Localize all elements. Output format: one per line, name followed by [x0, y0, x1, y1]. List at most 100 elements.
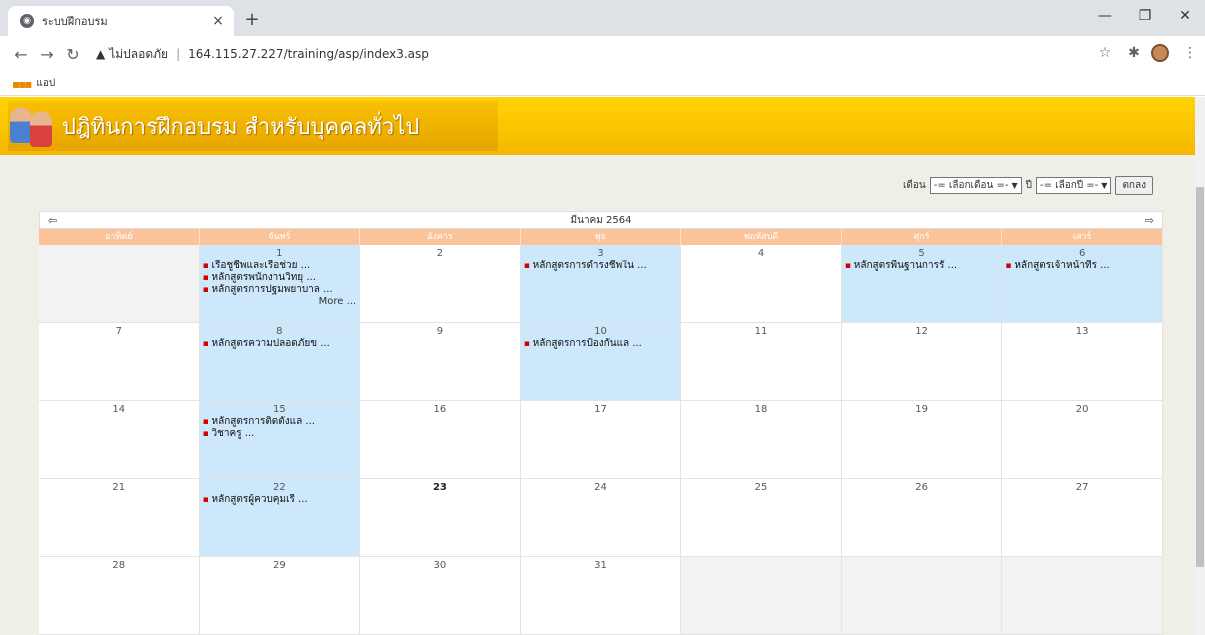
avatar[interactable] [1151, 44, 1169, 62]
day-number [842, 560, 1002, 572]
year-label: ปี [1025, 180, 1032, 191]
calendar-day-cell[interactable]: 12 [841, 323, 1003, 401]
calendar-day-cell[interactable]: 8 ▪ หลักสูตรความปลอดภัยข ... [199, 323, 361, 401]
calendar-day-cell[interactable]: 16 [360, 401, 521, 479]
calendar-day-cell[interactable]: 4 [681, 245, 842, 323]
calendar-day-cell[interactable]: 24 [520, 479, 682, 557]
event-link[interactable]: ▪ หลักสูตรความปลอดภัยข ... [200, 338, 360, 350]
menu-icon[interactable]: ⋮ [1180, 45, 1200, 61]
calendar-day-cell[interactable]: 6 ▪ หลักสูตรเจ้าหน้าที่ร ... [1002, 245, 1163, 323]
calendar-day-cell[interactable]: 2 [360, 245, 521, 323]
event-title: หลักสูตรการดำรงชีพใน ... [532, 260, 647, 271]
tab-close-icon[interactable]: × [210, 13, 226, 29]
calendar-day-cell[interactable]: 29 [199, 557, 361, 635]
calendar-day-cell[interactable]: 9 [360, 323, 521, 401]
day-number: 30 [433, 560, 447, 571]
calendar-day-cell[interactable]: 7 [39, 323, 200, 401]
calendar-day-cell[interactable]: 22 ▪ หลักสูตรผู้ควบคุมเรื ... [199, 479, 361, 557]
chevron-down-icon: ▼ [1101, 181, 1108, 190]
year-select[interactable]: -= เลือกปี =- ▼ [1035, 177, 1112, 194]
calendar-day-cell[interactable]: 27 [1002, 479, 1163, 557]
next-month-icon[interactable]: ⇨ [1145, 214, 1154, 227]
month-select[interactable]: -= เลือกเดือน =- ▼ [929, 177, 1022, 194]
calendar-day-cell[interactable]: 11 [681, 323, 842, 401]
warning-icon[interactable]: ▲ [96, 47, 105, 61]
day-number: 19 [915, 404, 928, 415]
minimize-icon[interactable]: — [1090, 8, 1120, 24]
extensions-icon[interactable]: ✱ [1124, 45, 1144, 61]
day-number [1002, 560, 1162, 572]
day-number: 15 [272, 404, 286, 415]
calendar-day-cell[interactable]: 21 [39, 479, 200, 557]
calendar-title: มีนาคม 2564 [570, 214, 632, 226]
event-link[interactable]: ▪ หลักสูตรการป้องกันแล ... [521, 338, 681, 350]
insecure-label[interactable]: ไม่ปลอดภัย [109, 45, 168, 64]
address-bar[interactable]: ▲ ไม่ปลอดภัย | 164.115.27.227/training/a… [96, 41, 1086, 67]
calendar-day-cell[interactable]: 5 ▪ หลักสูตรพื้นฐานการรั ... [841, 245, 1003, 323]
calendar-week: 7 8 ▪ หลักสูตรความปลอดภัยข ... 9 10 ▪ หลักสูต… [39, 323, 1163, 401]
scroll-thumb[interactable] [1196, 187, 1204, 567]
bullet-icon: ▪ [523, 261, 533, 271]
calendar-day-cell[interactable]: 31 [520, 557, 682, 635]
bullet-icon: ▪ [202, 429, 212, 439]
event-link[interactable]: ▪ เรือชูชีพและเรือช่วย ... [200, 260, 360, 272]
event-title: หลักสูตรเจ้าหน้าที่ร ... [1014, 260, 1110, 271]
day-number: 11 [754, 326, 768, 337]
day-of-week-header: เสาร์ [1002, 229, 1163, 245]
browser-tab[interactable]: ◉ ระบบฝึกอบรม × [8, 6, 234, 36]
prev-month-icon[interactable]: ⇦ [48, 214, 57, 227]
apps-label[interactable]: แอป [36, 76, 55, 91]
calendar-day-cell[interactable]: 10 ▪ หลักสูตรการป้องกันแล ... [520, 323, 682, 401]
event-link[interactable]: ▪ หลักสูตรการดำรงชีพใน ... [521, 260, 681, 272]
url-text[interactable]: 164.115.27.227/training/asp/index3.asp [188, 47, 429, 61]
forward-icon[interactable]: → [34, 45, 60, 64]
more-link[interactable]: More ... [200, 296, 360, 308]
calendar-day-cell[interactable]: 30 [360, 557, 521, 635]
new-tab-button[interactable]: + [240, 9, 264, 30]
people-icon [8, 103, 56, 149]
calendar-day-cell[interactable]: 15 ▪ หลักสูตรการติดตั้งแล ... ▪ วิชาครู ..… [199, 401, 361, 479]
calendar-day-cell[interactable]: 19 [841, 401, 1003, 479]
submit-button[interactable]: ตกลง [1115, 176, 1153, 195]
calendar-header: ⇦ มีนาคม 2564 ⇨ [39, 211, 1163, 229]
calendar-day-cell[interactable]: 18 [681, 401, 842, 479]
event-link[interactable]: ▪ วิชาครู ... [200, 428, 360, 440]
date-filter: เดือน -= เลือกเดือน =- ▼ ปี -= เลือกปี =… [903, 176, 1153, 195]
calendar-day-cell[interactable]: 1 ▪ เรือชูชีพและเรือช่วย ... ▪ หลักสูตรพนั… [199, 245, 361, 323]
calendar-day-cell[interactable]: 25 [681, 479, 842, 557]
close-window-icon[interactable]: ✕ [1170, 8, 1200, 24]
event-link[interactable]: ▪ หลักสูตรการปฐมพยาบาล ... [200, 284, 360, 296]
calendar-day-cell[interactable]: 20 [1002, 401, 1163, 479]
event-link[interactable]: ▪ หลักสูตรพนักงานวิทยุ ... [200, 272, 360, 284]
event-link[interactable]: ▪ หลักสูตรการติดตั้งแล ... [200, 416, 360, 428]
bullet-icon: ▪ [202, 495, 212, 505]
star-icon[interactable]: ☆ [1095, 45, 1115, 61]
event-title: หลักสูตรความปลอดภัยข ... [211, 338, 330, 349]
calendar-day-cell[interactable]: 23 [360, 479, 521, 557]
calendar-day-cell[interactable]: 28 [39, 557, 200, 635]
restore-icon[interactable]: ❐ [1130, 8, 1160, 24]
calendar-day-cell[interactable]: 13 [1002, 323, 1163, 401]
reload-icon[interactable]: ↻ [60, 45, 86, 64]
event-link[interactable]: ▪ หลักสูตรพื้นฐานการรั ... [842, 260, 1002, 272]
day-number: 8 [276, 326, 283, 337]
calendar-day-cell[interactable]: 3 ▪ หลักสูตรการดำรงชีพใน ... [520, 245, 682, 323]
scrollbar[interactable] [1195, 97, 1205, 635]
day-of-week-header: ศุกร์ [842, 229, 1003, 245]
bookmarks-bar: ▪▪▪ แอป [0, 72, 1205, 96]
day-number: 25 [754, 482, 768, 493]
day-of-week-row: อาทิตย์ จันทร์ อังคาร พุธ พฤหัสบดี ศุกร์ เสาร์ [39, 229, 1163, 245]
calendar-day-cell[interactable]: 17 [520, 401, 682, 479]
calendar-day-cell [681, 557, 842, 635]
event-link[interactable]: ▪ หลักสูตรผู้ควบคุมเรื ... [200, 494, 360, 506]
calendar-week: 14 15 ▪ หลักสูตรการติดตั้งแล ... ▪ วิชาครู … [39, 401, 1163, 479]
calendar-day-cell[interactable]: 26 [841, 479, 1003, 557]
calendar-day-cell[interactable]: 14 [39, 401, 200, 479]
event-link[interactable]: ▪ หลักสูตรเจ้าหน้าที่ร ... [1002, 260, 1162, 272]
day-number: 29 [272, 560, 286, 571]
day-number: 22 [272, 482, 286, 493]
back-icon[interactable]: ← [8, 45, 34, 64]
day-number: 24 [594, 482, 607, 493]
day-number: 28 [112, 560, 126, 571]
apps-icon[interactable]: ▪▪▪ [12, 77, 32, 91]
